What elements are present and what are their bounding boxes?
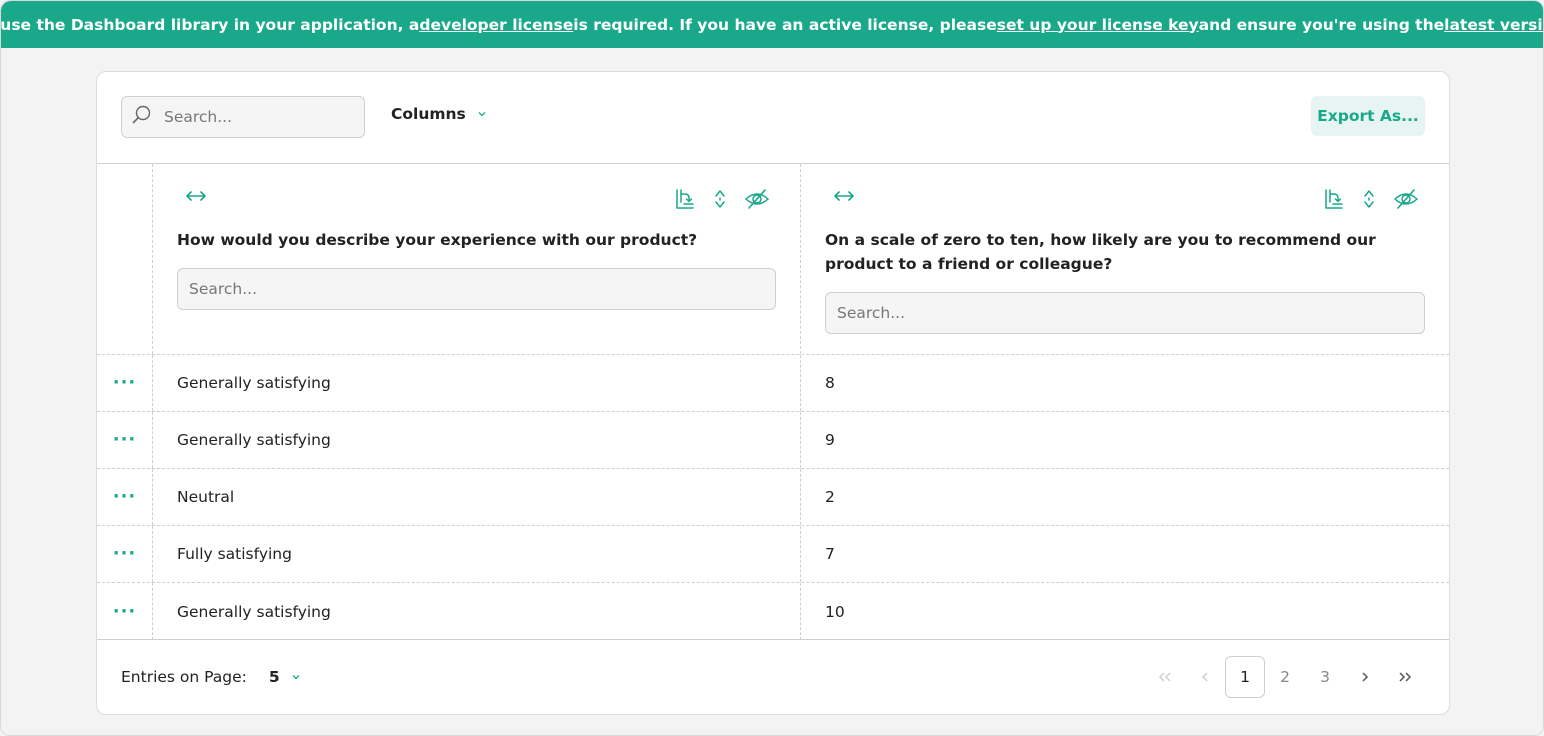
column-search-input[interactable] bbox=[177, 268, 776, 310]
search-icon bbox=[132, 105, 152, 129]
more-dots-icon[interactable]: ··· bbox=[113, 545, 137, 563]
data-table: How would you describe your experience w… bbox=[97, 163, 1449, 640]
grid-footer: Entries on Page: 5 1 2 3 bbox=[97, 639, 1449, 714]
chevron-down-icon bbox=[478, 109, 486, 120]
table-row: ··· Neutral 2 bbox=[97, 469, 1449, 526]
column-header-experience: How would you describe your experience w… bbox=[153, 164, 801, 354]
columns-label: Columns bbox=[391, 105, 466, 123]
app-frame: To use the Dashboard library in your app… bbox=[0, 0, 1544, 736]
header-gutter bbox=[97, 164, 153, 354]
table-cell: Generally satisfying bbox=[153, 412, 801, 468]
table-cell: Fully satisfying bbox=[153, 526, 801, 582]
developer-license-link[interactable]: developer license bbox=[419, 16, 573, 34]
more-dots-icon[interactable]: ··· bbox=[113, 488, 137, 506]
entries-per-page: Entries on Page: 5 bbox=[121, 668, 300, 686]
license-key-link[interactable]: set up your license key bbox=[997, 16, 1199, 34]
table-cell: 9 bbox=[825, 431, 835, 449]
page-button-2[interactable]: 2 bbox=[1265, 656, 1305, 698]
resize-arrows-icon[interactable] bbox=[185, 188, 207, 207]
header-row: How would you describe your experience w… bbox=[97, 164, 1449, 355]
grid-card: Columns Export As... bbox=[96, 71, 1450, 715]
first-page-icon[interactable] bbox=[1145, 656, 1185, 698]
table-cell: 2 bbox=[825, 488, 835, 506]
table-cell: Generally satisfying bbox=[153, 583, 801, 640]
column-search-input[interactable] bbox=[825, 292, 1425, 334]
prev-page-icon[interactable] bbox=[1185, 656, 1225, 698]
table-row: ··· Generally satisfying 9 bbox=[97, 412, 1449, 469]
eye-off-icon[interactable] bbox=[1393, 188, 1419, 214]
column-header-recommend: On a scale of zero to ten, how likely ar… bbox=[801, 164, 1449, 354]
more-dots-icon[interactable]: ··· bbox=[113, 431, 137, 449]
more-dots-icon[interactable]: ··· bbox=[113, 602, 137, 620]
last-page-icon[interactable] bbox=[1385, 656, 1425, 698]
sort-updown-icon[interactable] bbox=[1363, 188, 1375, 214]
resize-arrows-icon[interactable] bbox=[833, 188, 855, 207]
pagination: 1 2 3 bbox=[1145, 656, 1425, 698]
entries-select[interactable]: 5 bbox=[269, 668, 280, 686]
page-button-3[interactable]: 3 bbox=[1305, 656, 1345, 698]
table-cell: Generally satisfying bbox=[153, 355, 801, 411]
banner-text-3: and ensure you're using the bbox=[1198, 15, 1445, 34]
table-cell: Neutral bbox=[153, 469, 801, 525]
banner-text-1: To use the Dashboard library in your app… bbox=[0, 15, 420, 34]
next-page-icon[interactable] bbox=[1345, 656, 1385, 698]
columns-button[interactable]: Columns bbox=[391, 105, 486, 123]
table-cell: 7 bbox=[825, 545, 835, 563]
banner-text-2: is required. If you have an active licen… bbox=[573, 15, 997, 34]
sort-updown-icon[interactable] bbox=[714, 188, 726, 214]
latest-version-link[interactable]: latest version bbox=[1444, 16, 1543, 34]
table-row: ··· Generally satisfying 10 bbox=[97, 583, 1449, 640]
eye-off-icon[interactable] bbox=[744, 188, 770, 214]
table-row: ··· Fully satisfying 7 bbox=[97, 526, 1449, 583]
global-search[interactable] bbox=[121, 96, 365, 138]
export-button[interactable]: Export As... bbox=[1311, 96, 1425, 136]
page-button-1[interactable]: 1 bbox=[1225, 656, 1265, 698]
column-title: On a scale of zero to ten, how likely ar… bbox=[825, 231, 1376, 273]
sort-column-icon[interactable] bbox=[674, 188, 696, 214]
grid-toolbar: Columns Export As... bbox=[97, 72, 1449, 163]
table-cell: 8 bbox=[825, 374, 835, 392]
table-row: ··· Generally satisfying 8 bbox=[97, 355, 1449, 412]
table-cell: 10 bbox=[825, 602, 845, 621]
chevron-down-icon[interactable] bbox=[292, 672, 300, 683]
sort-column-icon[interactable] bbox=[1323, 188, 1345, 214]
license-banner: To use the Dashboard library in your app… bbox=[0, 1, 1543, 48]
search-input[interactable] bbox=[164, 108, 354, 126]
more-dots-icon[interactable]: ··· bbox=[113, 374, 137, 392]
column-title: How would you describe your experience w… bbox=[177, 231, 698, 249]
entries-label: Entries on Page: bbox=[121, 668, 247, 686]
